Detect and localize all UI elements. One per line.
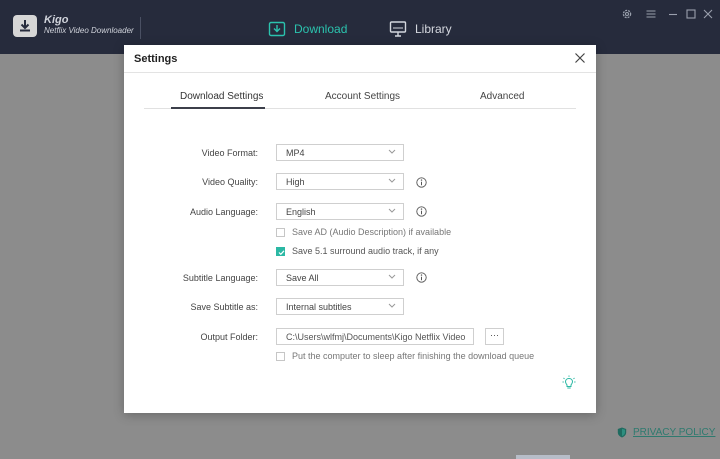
video-format-value: MP4 bbox=[286, 148, 305, 158]
brand: Kigo Netflix Video Downloader bbox=[44, 14, 134, 36]
save-51-option: Save 5.1 surround audio track, if any bbox=[276, 246, 439, 256]
info-icon[interactable] bbox=[416, 272, 427, 283]
save-subtitle-as-select[interactable]: Internal subtitles bbox=[276, 298, 404, 315]
dialog-header: Settings bbox=[124, 45, 596, 73]
dialog-title: Settings bbox=[134, 53, 178, 65]
close-button[interactable] bbox=[702, 8, 714, 20]
maximize-button[interactable] bbox=[685, 8, 697, 20]
save-ad-option: Save AD (Audio Description) if available bbox=[276, 227, 451, 237]
video-format-select[interactable]: MP4 bbox=[276, 144, 404, 161]
browse-folder-button[interactable]: ··· bbox=[485, 328, 504, 345]
output-folder-input[interactable]: C:\Users\wlfmj\Documents\Kigo Netflix Vi… bbox=[276, 328, 474, 345]
nav-download-label: Download bbox=[294, 22, 348, 36]
sleep-option: Put the computer to sleep after finishin… bbox=[276, 351, 534, 361]
gear-icon bbox=[622, 9, 632, 19]
save-ad-checkbox[interactable] bbox=[276, 227, 285, 237]
close-icon bbox=[703, 9, 713, 19]
brand-subtitle: Netflix Video Downloader bbox=[44, 26, 134, 35]
tab-download-settings[interactable]: Download Settings bbox=[180, 91, 263, 102]
brand-name: Kigo bbox=[44, 14, 69, 26]
tab-advanced[interactable]: Advanced bbox=[480, 91, 524, 102]
privacy-policy-label: PRIVACY POLICY bbox=[633, 427, 716, 438]
tab-account-settings[interactable]: Account Settings bbox=[325, 91, 400, 102]
video-format-label: Video Format: bbox=[201, 148, 258, 158]
minimize-button[interactable] bbox=[667, 8, 679, 20]
video-quality-value: High bbox=[286, 177, 305, 187]
info-icon[interactable] bbox=[416, 177, 427, 188]
info-icon[interactable] bbox=[416, 206, 427, 217]
settings-button[interactable] bbox=[621, 8, 633, 20]
video-quality-select[interactable]: High bbox=[276, 173, 404, 190]
save-subtitle-as-value: Internal subtitles bbox=[286, 302, 352, 312]
audio-language-value: English bbox=[286, 207, 316, 217]
save-subtitle-as-label: Save Subtitle as: bbox=[190, 302, 258, 312]
taskbar-strip bbox=[516, 455, 570, 459]
privacy-policy-link[interactable]: PRIVACY POLICY bbox=[617, 427, 715, 438]
download-icon bbox=[268, 21, 286, 37]
lightbulb-icon[interactable] bbox=[562, 375, 576, 390]
save-51-label: Save 5.1 surround audio track, if any bbox=[292, 246, 439, 256]
nav-library[interactable]: Library bbox=[389, 20, 452, 38]
menu-button[interactable] bbox=[645, 8, 657, 20]
save-51-checkbox[interactable] bbox=[276, 246, 285, 256]
menu-icon bbox=[646, 10, 656, 18]
shield-icon bbox=[617, 427, 627, 438]
audio-language-label: Audio Language: bbox=[189, 207, 258, 217]
close-icon bbox=[575, 53, 585, 63]
subtitle-language-select[interactable]: Save All bbox=[276, 269, 404, 286]
subtitle-language-value: Save All bbox=[286, 273, 319, 283]
minimize-icon bbox=[669, 13, 677, 16]
save-ad-label: Save AD (Audio Description) if available bbox=[292, 227, 452, 237]
settings-tabs: Download Settings Account Settings Advan… bbox=[144, 89, 576, 109]
maximize-icon bbox=[686, 9, 696, 19]
audio-language-select[interactable]: English bbox=[276, 203, 404, 220]
chevron-down-icon bbox=[388, 208, 396, 213]
sleep-label: Put the computer to sleep after finishin… bbox=[292, 351, 535, 361]
settings-dialog: Settings Download Settings Account Setti… bbox=[124, 45, 596, 413]
app-logo bbox=[13, 15, 37, 37]
checkmark-icon bbox=[278, 249, 285, 255]
subtitle-language-label: Subtitle Language: bbox=[182, 273, 258, 283]
chevron-down-icon bbox=[388, 149, 396, 154]
dialog-close-button[interactable] bbox=[574, 52, 586, 64]
chevron-down-icon bbox=[388, 303, 396, 308]
chevron-down-icon bbox=[388, 274, 396, 279]
output-folder-label: Output Folder: bbox=[200, 332, 258, 342]
monitor-icon bbox=[389, 21, 407, 37]
active-tab-indicator bbox=[171, 107, 265, 109]
nav-download[interactable]: Download bbox=[268, 20, 347, 38]
download-logo-icon bbox=[20, 20, 30, 32]
nav-library-label: Library bbox=[415, 22, 452, 36]
chevron-down-icon bbox=[388, 178, 396, 183]
sleep-checkbox[interactable] bbox=[276, 351, 285, 361]
video-quality-label: Video Quality: bbox=[202, 177, 258, 187]
title-divider bbox=[140, 17, 141, 39]
